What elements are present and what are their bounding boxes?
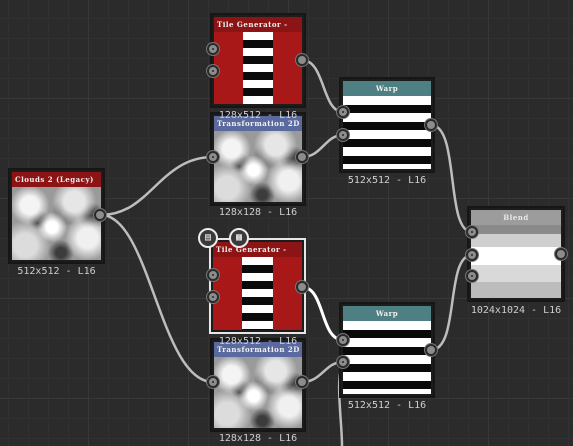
output-port[interactable] <box>296 151 308 163</box>
node-resolution-label: 512x512 - L16 <box>347 400 427 411</box>
output-port[interactable] <box>94 209 106 221</box>
node-title: Tile Generator - <box>214 17 302 32</box>
wire-tile-top-warp <box>301 58 344 114</box>
input-port[interactable] <box>466 226 478 238</box>
node-title: Warp <box>343 306 431 321</box>
node-thumbnail <box>343 96 431 169</box>
output-port[interactable] <box>425 344 437 356</box>
node-title: Tile Generator - <box>213 242 302 257</box>
node-title: Clouds 2 (Legacy) <box>12 172 101 187</box>
node-title: Warp <box>343 81 431 96</box>
input-port[interactable] <box>207 151 219 163</box>
wire-clouds-transform-top <box>100 155 214 217</box>
input-port[interactable] <box>337 334 349 346</box>
node-resolution-label: 512x512 - L16 <box>347 175 427 186</box>
output-port[interactable] <box>296 54 308 66</box>
node-title: Blend <box>471 210 561 225</box>
input-port[interactable] <box>207 269 219 281</box>
node-resolution-label: 128x128 - L16 <box>218 433 298 444</box>
node-thumbnail <box>214 357 302 428</box>
output-port[interactable] <box>555 248 567 260</box>
node-thumbnail <box>343 321 431 394</box>
input-port[interactable] <box>337 129 349 141</box>
output-port[interactable] <box>425 119 437 131</box>
wire-warp-bottom-blend <box>430 253 473 352</box>
input-port[interactable] <box>207 43 219 55</box>
input-port[interactable] <box>207 376 219 388</box>
input-port[interactable] <box>466 249 478 261</box>
node-thumbnail <box>213 257 302 330</box>
node-tile-generator-bottom[interactable]: Tile Generator - <box>209 238 306 334</box>
node-thumbnail <box>471 225 561 298</box>
node-resolution-label: 512x512 - L16 <box>17 266 96 277</box>
output-port[interactable] <box>296 281 308 293</box>
node-transformation-top[interactable]: Transformation 2D <box>210 112 306 206</box>
wire-tile-bottom-warp <box>301 285 344 342</box>
input-port[interactable] <box>337 356 349 368</box>
node-resolution-label: 128x512 - L16 <box>218 110 298 121</box>
node-resolution-label: 1024x1024 - L16 <box>470 305 562 316</box>
node-clouds[interactable]: Clouds 2 (Legacy) <box>8 168 105 264</box>
node-thumbnail <box>214 131 302 202</box>
input-port[interactable] <box>207 291 219 303</box>
node-transformation-bottom[interactable]: Transformation 2D <box>210 338 306 432</box>
output-port[interactable] <box>296 376 308 388</box>
wire-warp-top-blend <box>430 123 473 234</box>
input-port[interactable] <box>337 106 349 118</box>
document-icon[interactable]: ▤ <box>198 228 218 248</box>
node-warp-bottom[interactable]: Warp <box>339 302 435 398</box>
wire-clouds-transform-bottom <box>100 213 214 384</box>
node-thumbnail <box>214 32 302 104</box>
node-thumbnail <box>12 187 101 260</box>
node-warp-top[interactable]: Warp <box>339 77 435 173</box>
node-tile-generator-top[interactable]: Tile Generator - <box>210 13 306 108</box>
checker-icon[interactable]: ▩ <box>229 228 249 248</box>
node-resolution-label: 128x128 - L16 <box>218 207 298 218</box>
wire-transform-top-warp <box>301 133 344 159</box>
node-resolution-label: 128x512 - L16 <box>218 336 298 347</box>
input-port[interactable] <box>466 270 478 282</box>
input-port[interactable] <box>207 65 219 77</box>
node-blend[interactable]: Blend <box>467 206 565 302</box>
